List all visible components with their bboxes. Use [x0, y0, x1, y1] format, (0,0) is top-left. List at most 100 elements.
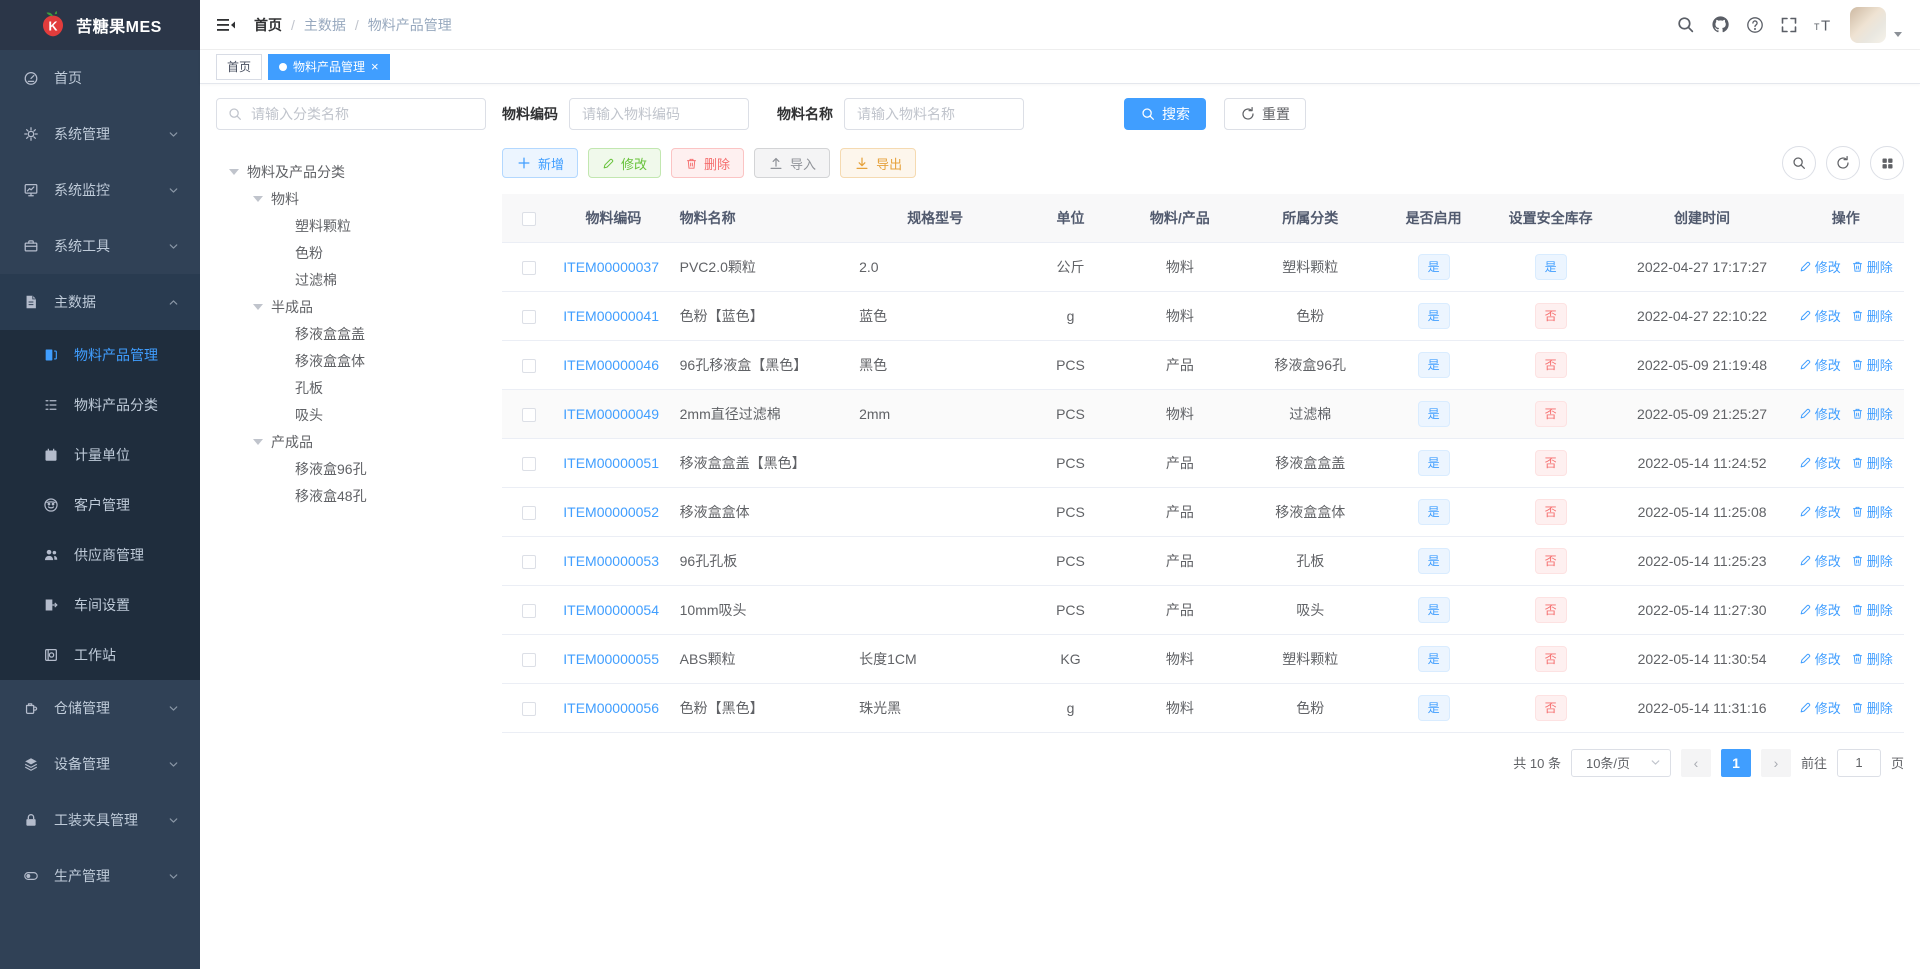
row-delete-button[interactable]: 删除: [1851, 502, 1893, 521]
sidebar-item-home[interactable]: 首页: [0, 50, 200, 106]
material-code-link[interactable]: ITEM00000053: [563, 553, 659, 569]
category-search-input[interactable]: [251, 106, 475, 122]
row-delete-button[interactable]: 删除: [1851, 404, 1893, 423]
modify-button[interactable]: 修改: [588, 148, 662, 178]
tree-node[interactable]: 物料: [216, 185, 486, 212]
row-edit-button[interactable]: 修改: [1799, 502, 1841, 521]
sidebar-item-warehouse-management[interactable]: 仓储管理: [0, 680, 200, 736]
tree-node[interactable]: 半成品: [216, 293, 486, 320]
table-columns-button[interactable]: [1870, 146, 1904, 180]
tree-node[interactable]: 吸头: [216, 401, 486, 428]
table-search-toggle-button[interactable]: [1782, 146, 1816, 180]
tree-node[interactable]: 移液盒盒体: [216, 347, 486, 374]
tree-expand-caret-icon[interactable]: [229, 168, 239, 175]
sidebar-item-material-product-category[interactable]: 物料产品分类: [0, 380, 200, 430]
sidebar-item-workshop-settings[interactable]: 车间设置: [0, 580, 200, 630]
row-edit-button[interactable]: 修改: [1799, 649, 1841, 668]
tree-node[interactable]: 产成品: [216, 428, 486, 455]
row-edit-button[interactable]: 修改: [1799, 404, 1841, 423]
row-delete-button[interactable]: 删除: [1851, 698, 1893, 717]
row-delete-button[interactable]: 删除: [1851, 551, 1893, 570]
row-delete-button[interactable]: 删除: [1851, 600, 1893, 619]
row-edit-button[interactable]: 修改: [1799, 355, 1841, 374]
tree-node[interactable]: 塑料颗粒: [216, 212, 486, 239]
tree-node[interactable]: 移液盒盒盖: [216, 320, 486, 347]
material-code-link[interactable]: ITEM00000054: [563, 602, 659, 618]
select-all-checkbox[interactable]: [521, 211, 536, 226]
material-code-link[interactable]: ITEM00000037: [563, 259, 659, 275]
row-checkbox[interactable]: [521, 554, 536, 569]
tree-node[interactable]: 物料及产品分类: [216, 158, 486, 185]
material-code-link[interactable]: ITEM00000052: [563, 504, 659, 520]
fullscreen-icon[interactable]: [1780, 16, 1798, 34]
sidebar-item-material-product-management[interactable]: 物料产品管理: [0, 330, 200, 380]
user-avatar[interactable]: [1850, 6, 1886, 43]
row-delete-button[interactable]: 删除: [1851, 355, 1893, 374]
material-code-input[interactable]: [569, 98, 749, 130]
row-checkbox[interactable]: [521, 652, 536, 667]
page-number-button[interactable]: 1: [1720, 748, 1751, 777]
tree-node[interactable]: 移液盒48孔: [216, 482, 486, 509]
help-icon[interactable]: [1746, 16, 1764, 34]
row-edit-button[interactable]: 修改: [1799, 306, 1841, 325]
row-delete-button[interactable]: 删除: [1851, 306, 1893, 325]
row-edit-button[interactable]: 修改: [1799, 453, 1841, 472]
row-checkbox[interactable]: [521, 505, 536, 520]
row-checkbox[interactable]: [521, 260, 536, 275]
row-checkbox[interactable]: [521, 456, 536, 471]
sidebar-item-system-management[interactable]: 系统管理: [0, 106, 200, 162]
material-code-link[interactable]: ITEM00000055: [563, 651, 659, 667]
prev-page-button[interactable]: ‹: [1680, 748, 1711, 777]
material-code-link[interactable]: ITEM00000051: [563, 455, 659, 471]
sidebar-item-master-data[interactable]: 主数据: [0, 274, 200, 330]
tree-expand-caret-icon[interactable]: [253, 303, 263, 310]
tree-node[interactable]: 孔板: [216, 374, 486, 401]
goto-page-input[interactable]: [1836, 748, 1881, 777]
reset-button[interactable]: 重置: [1224, 98, 1306, 130]
row-checkbox[interactable]: [521, 407, 536, 422]
material-name-input[interactable]: [844, 98, 1024, 130]
add-button[interactable]: 新增: [502, 148, 579, 178]
tab-home[interactable]: 首页: [216, 53, 263, 80]
page-size-select[interactable]: 10条/页: [1570, 748, 1671, 777]
row-delete-button[interactable]: 删除: [1851, 257, 1893, 276]
table-refresh-button[interactable]: [1826, 146, 1860, 180]
tab-material-product-management[interactable]: 物料产品管理 ×: [268, 53, 390, 80]
row-checkbox[interactable]: [521, 358, 536, 373]
row-edit-button[interactable]: 修改: [1799, 698, 1841, 717]
tree-node[interactable]: 移液盒96孔: [216, 455, 486, 482]
breadcrumb-item[interactable]: 首页: [254, 15, 282, 35]
next-page-button[interactable]: ›: [1760, 748, 1791, 777]
search-icon[interactable]: [1676, 15, 1695, 34]
material-code-link[interactable]: ITEM00000041: [563, 308, 659, 324]
sidebar-item-production-management[interactable]: 生产管理: [0, 848, 200, 904]
tree-node[interactable]: 过滤棉: [216, 266, 486, 293]
row-edit-button[interactable]: 修改: [1799, 600, 1841, 619]
material-code-link[interactable]: ITEM00000056: [563, 700, 659, 716]
material-code-link[interactable]: ITEM00000049: [563, 406, 659, 422]
tree-node[interactable]: 色粉: [216, 239, 486, 266]
sidebar-item-system-tools[interactable]: 系统工具: [0, 218, 200, 274]
sidebar-item-tooling-fixture-management[interactable]: 工装夹具管理: [0, 792, 200, 848]
tree-expand-caret-icon[interactable]: [253, 438, 263, 445]
export-button[interactable]: 导出: [840, 148, 917, 178]
sidebar-item-measure-unit[interactable]: 计量单位: [0, 430, 200, 480]
tab-close-icon[interactable]: ×: [371, 60, 379, 73]
row-delete-button[interactable]: 删除: [1851, 649, 1893, 668]
row-edit-button[interactable]: 修改: [1799, 551, 1841, 570]
sidebar-item-workstation[interactable]: 工作站: [0, 630, 200, 680]
sidebar-item-customer-management[interactable]: 客户管理: [0, 480, 200, 530]
search-button[interactable]: 搜索: [1124, 98, 1206, 130]
sidebar-item-supplier-management[interactable]: 供应商管理: [0, 530, 200, 580]
sidebar-item-device-management[interactable]: 设备管理: [0, 736, 200, 792]
font-size-icon[interactable]: TT: [1814, 16, 1834, 34]
tree-expand-caret-icon[interactable]: [253, 195, 263, 202]
breadcrumb-item[interactable]: 物料产品管理: [368, 15, 452, 35]
delete-button[interactable]: 删除: [671, 148, 745, 178]
row-checkbox[interactable]: [521, 701, 536, 716]
github-icon[interactable]: [1711, 15, 1730, 34]
breadcrumb-item[interactable]: 主数据: [304, 15, 346, 35]
user-dropdown-caret-icon[interactable]: [1894, 31, 1902, 37]
row-checkbox[interactable]: [521, 309, 536, 324]
row-edit-button[interactable]: 修改: [1799, 257, 1841, 276]
